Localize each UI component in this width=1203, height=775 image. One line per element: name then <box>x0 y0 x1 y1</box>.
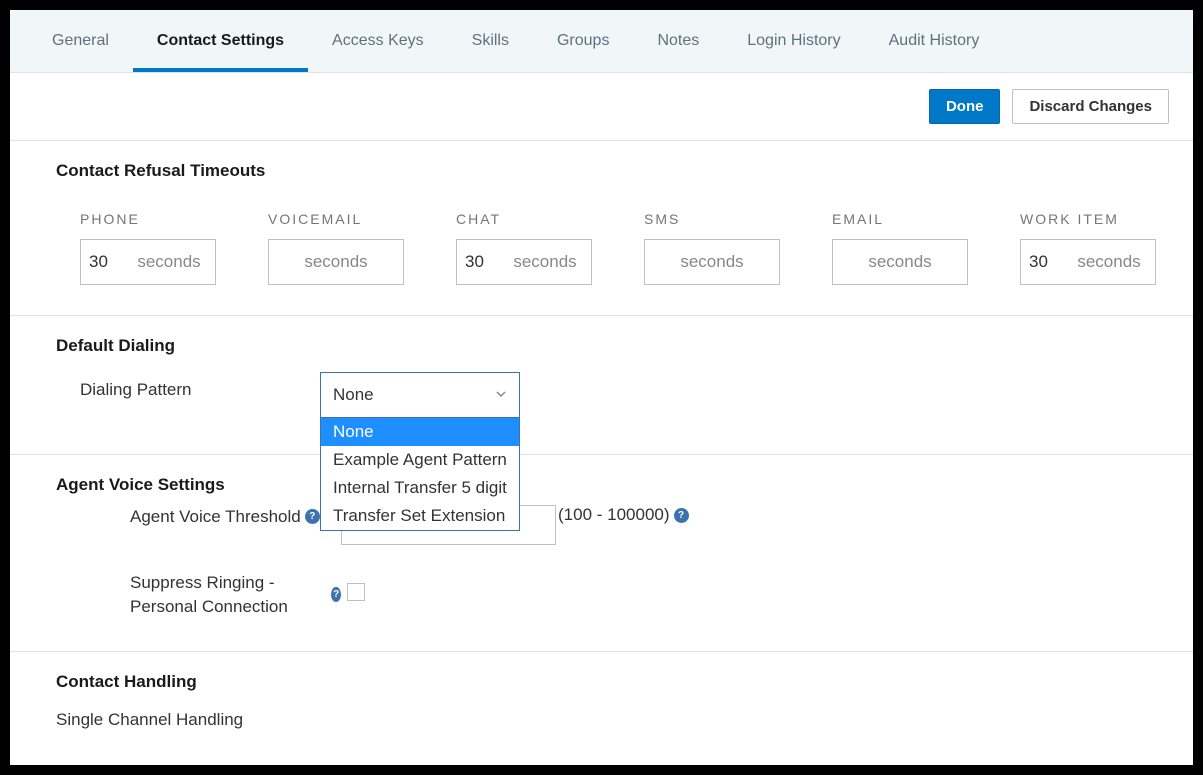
tab-audit-history[interactable]: Audit History <box>865 10 1004 72</box>
timeout-phone: PHONE seconds <box>80 211 216 285</box>
label-sms: SMS <box>644 211 780 227</box>
action-bar: Done Discard Changes <box>10 73 1193 141</box>
section-title-voice: Agent Voice Settings <box>10 455 1193 505</box>
input-work-item[interactable] <box>1021 252 1071 272</box>
input-wrap-work-item: seconds <box>1020 239 1156 285</box>
select-dialing-pattern: None None Example Agent Pattern Internal… <box>320 372 520 418</box>
input-chat[interactable] <box>457 252 507 272</box>
tab-notes[interactable]: Notes <box>633 10 723 72</box>
tab-general[interactable]: General <box>28 10 133 72</box>
label-email: EMAIL <box>832 211 968 227</box>
discard-button[interactable]: Discard Changes <box>1012 89 1169 124</box>
chevron-down-icon <box>495 385 507 405</box>
unit-chat: seconds <box>507 252 591 272</box>
range-text: (100 - 100000) <box>558 505 670 525</box>
help-icon[interactable]: ? <box>331 587 341 602</box>
unit-phone: seconds <box>131 252 215 272</box>
checkbox-suppress-ringing[interactable] <box>347 583 365 601</box>
input-phone[interactable] <box>81 252 131 272</box>
row-suppress-ringing: Suppress Ringing - Personal Connection ? <box>10 571 1193 631</box>
input-wrap-chat: seconds <box>456 239 592 285</box>
label-dialing-pattern: Dialing Pattern <box>80 372 320 400</box>
timeouts-row: PHONE seconds VOICEMAIL seconds CHAT sec… <box>10 191 1193 316</box>
tab-bar: General Contact Settings Access Keys Ski… <box>10 10 1193 73</box>
input-wrap-sms: seconds <box>644 239 780 285</box>
tab-contact-settings[interactable]: Contact Settings <box>133 10 308 72</box>
label-voice-threshold-text: Agent Voice Threshold <box>130 505 301 529</box>
section-title-contact-handling: Contact Handling <box>10 652 1193 702</box>
timeout-sms: SMS seconds <box>644 211 780 285</box>
range-hint: (100 - 100000) ? <box>558 505 689 525</box>
dropdown-options: None Example Agent Pattern Internal Tran… <box>320 418 520 531</box>
timeout-voicemail: VOICEMAIL seconds <box>268 211 404 285</box>
select-value: None <box>333 385 374 405</box>
option-none[interactable]: None <box>321 418 519 446</box>
help-icon[interactable]: ? <box>305 509 320 524</box>
unit-voicemail: seconds <box>269 252 403 272</box>
input-wrap-voicemail: seconds <box>268 239 404 285</box>
label-voice-threshold: Agent Voice Threshold ? <box>56 505 341 529</box>
unit-sms: seconds <box>645 252 779 272</box>
unit-work-item: seconds <box>1071 252 1155 272</box>
done-button[interactable]: Done <box>929 89 1001 124</box>
label-suppress-ringing: Suppress Ringing - Personal Connection ? <box>56 571 341 619</box>
timeout-email: EMAIL seconds <box>832 211 968 285</box>
timeout-work-item: WORK ITEM seconds <box>1020 211 1156 285</box>
label-chat: CHAT <box>456 211 592 227</box>
tab-groups[interactable]: Groups <box>533 10 633 72</box>
option-example-agent[interactable]: Example Agent Pattern <box>321 446 519 474</box>
app-container: General Contact Settings Access Keys Ski… <box>10 10 1193 765</box>
tab-login-history[interactable]: Login History <box>723 10 864 72</box>
label-work-item: WORK ITEM <box>1020 211 1156 227</box>
single-channel-text: Single Channel Handling <box>10 702 1193 750</box>
content: Contact Refusal Timeouts PHONE seconds V… <box>10 141 1193 750</box>
select-display[interactable]: None <box>320 372 520 418</box>
section-title-dialing: Default Dialing <box>10 316 1193 366</box>
section-default-dialing: Default Dialing Dialing Pattern None Non… <box>10 316 1193 455</box>
section-title-refusal: Contact Refusal Timeouts <box>10 141 1193 191</box>
row-voice-threshold: Agent Voice Threshold ? (100 - 100000) ? <box>10 505 1193 557</box>
label-voicemail: VOICEMAIL <box>268 211 404 227</box>
tab-skills[interactable]: Skills <box>448 10 533 72</box>
label-suppress-ringing-text: Suppress Ringing - Personal Connection <box>130 571 327 619</box>
unit-email: seconds <box>833 252 967 272</box>
input-wrap-email: seconds <box>832 239 968 285</box>
option-internal-transfer[interactable]: Internal Transfer 5 digit <box>321 474 519 502</box>
label-phone: PHONE <box>80 211 216 227</box>
row-dialing-pattern: Dialing Pattern None None Example Agent … <box>10 366 1193 424</box>
timeout-chat: CHAT seconds <box>456 211 592 285</box>
input-wrap-phone: seconds <box>80 239 216 285</box>
option-transfer-set[interactable]: Transfer Set Extension <box>321 502 519 530</box>
help-icon[interactable]: ? <box>674 508 689 523</box>
tab-access-keys[interactable]: Access Keys <box>308 10 448 72</box>
